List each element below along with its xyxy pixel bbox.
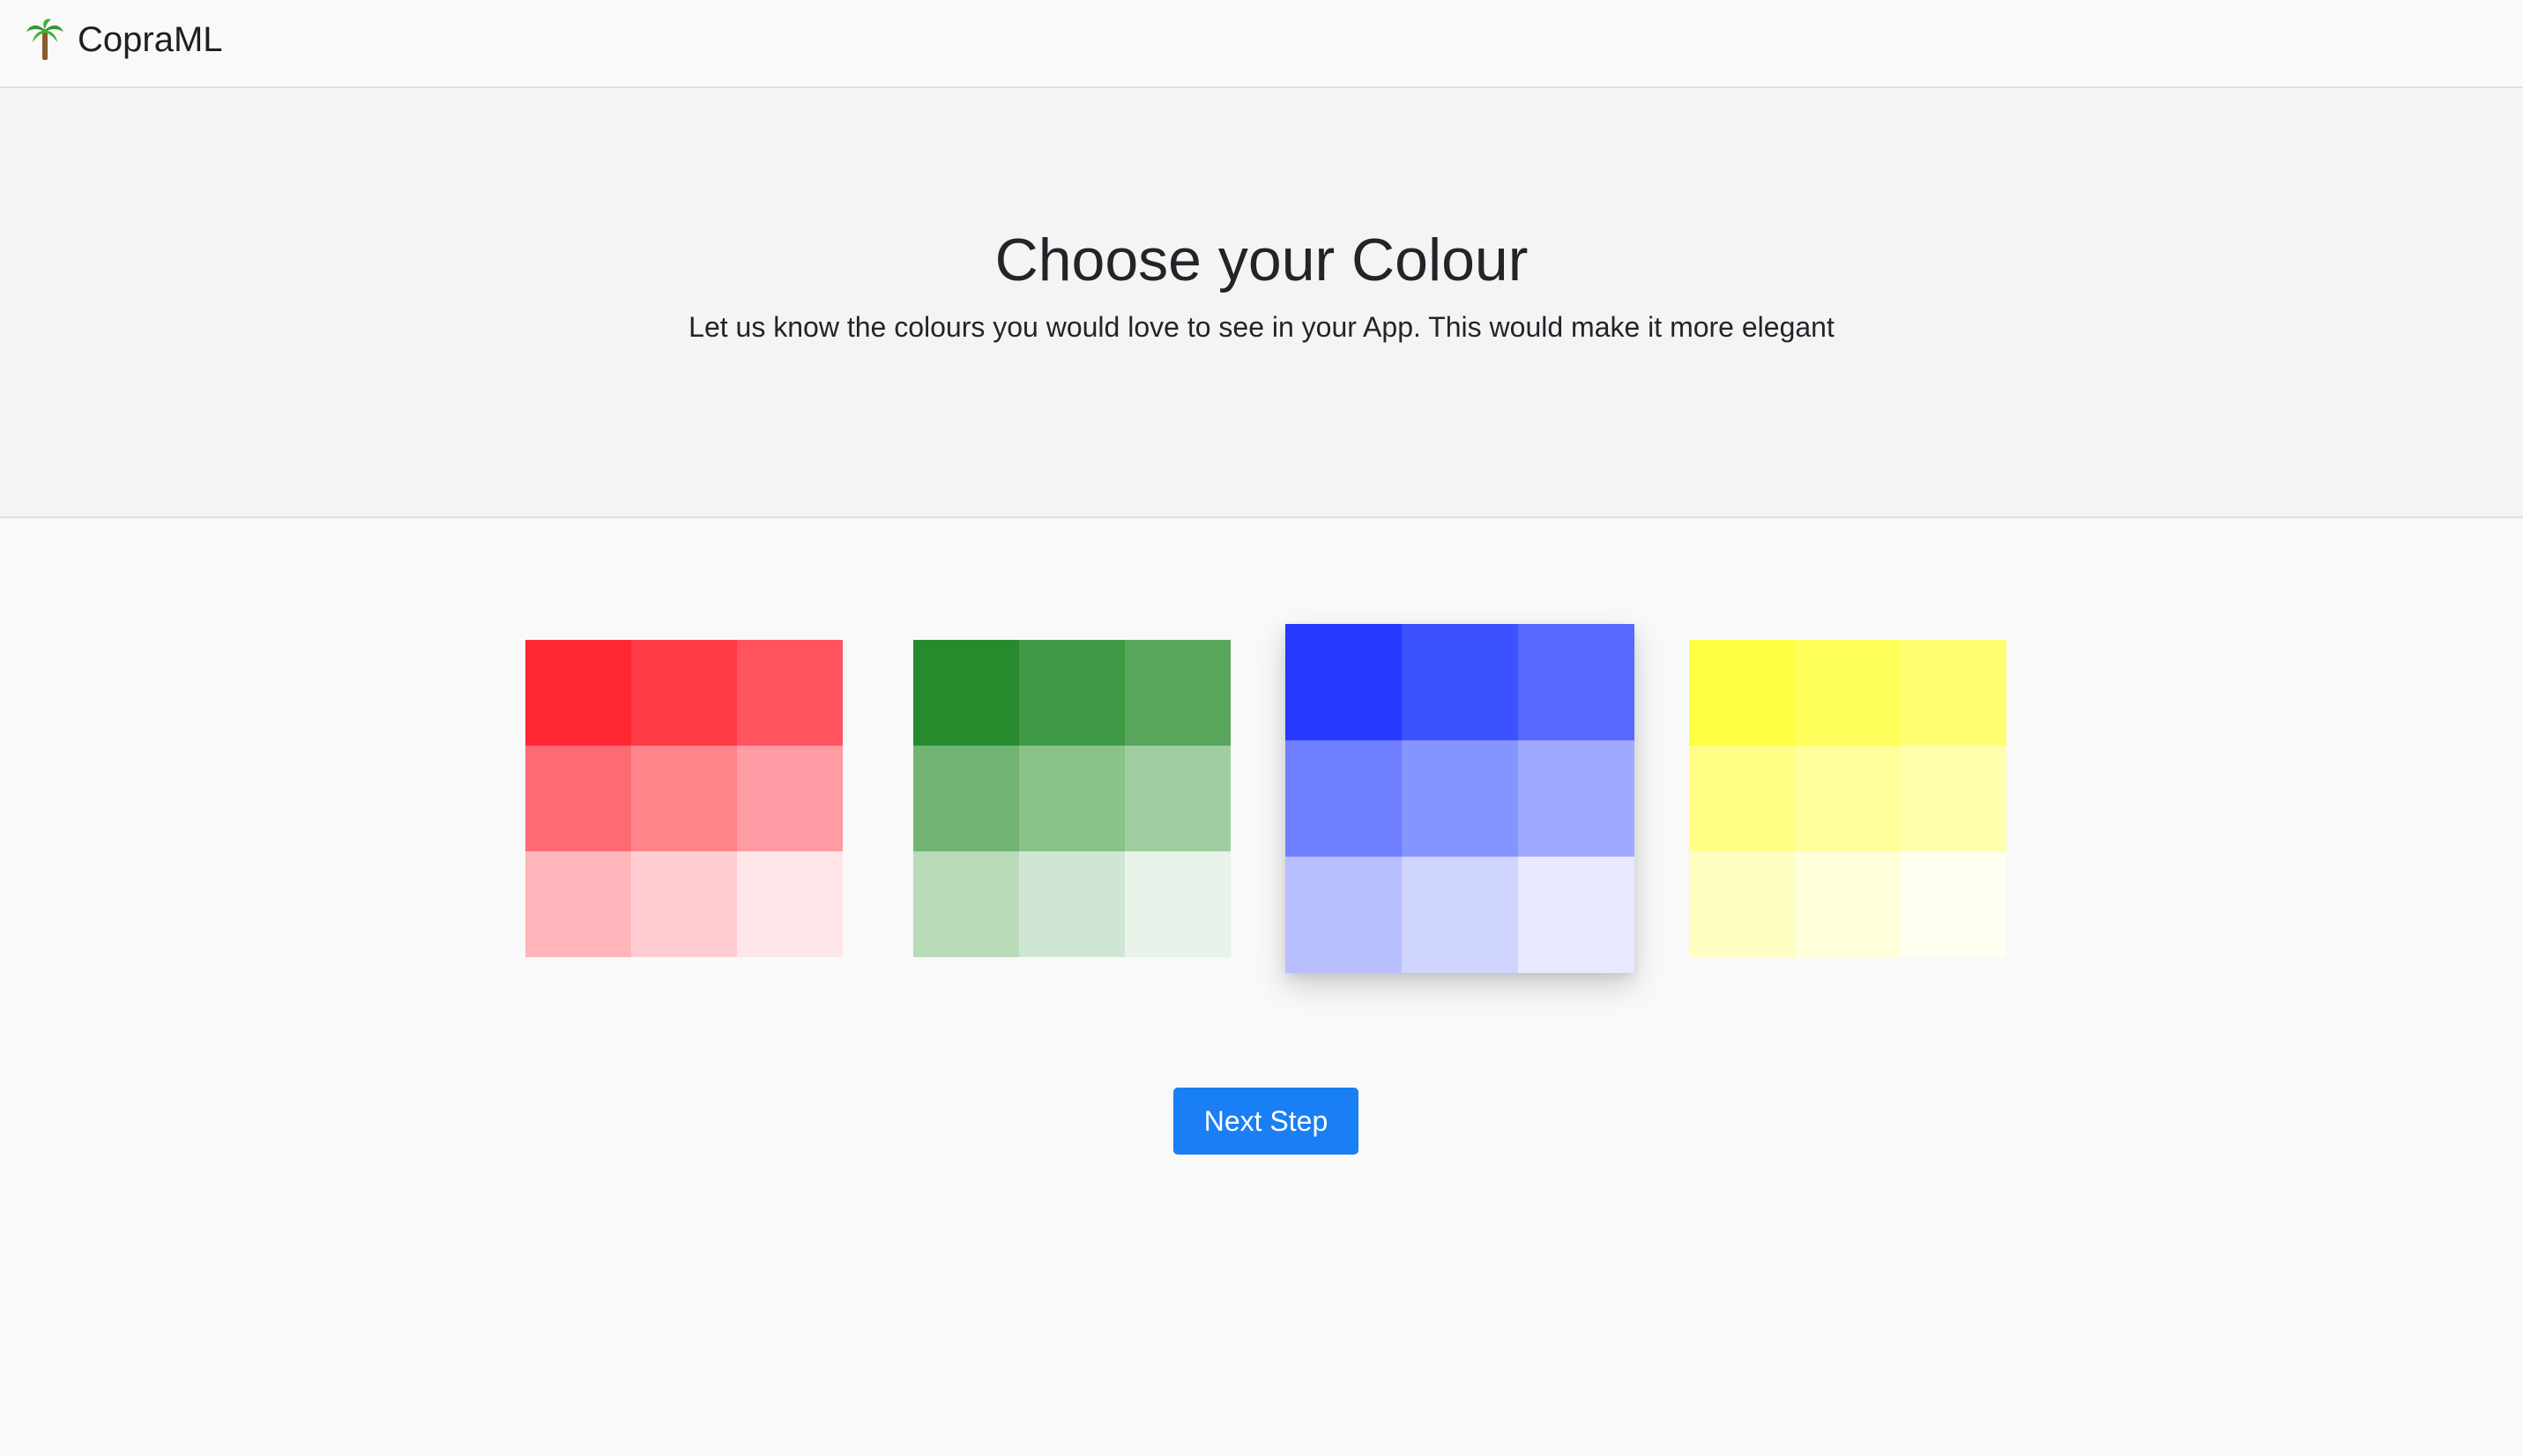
palette-yellow-swatch	[1689, 746, 1795, 851]
palette-red-swatch	[525, 851, 631, 957]
palette-red-swatch	[737, 640, 843, 746]
palette-green-swatch	[1125, 746, 1231, 851]
next-step-button[interactable]: Next Step	[1173, 1088, 1358, 1155]
palette-green-swatch	[1019, 851, 1125, 957]
palette-blue-swatch	[1285, 624, 1402, 740]
palette-red-swatch	[631, 640, 737, 746]
palette-blue-swatch	[1285, 857, 1402, 973]
palette-red[interactable]	[525, 640, 843, 957]
palette-blue-swatch	[1402, 857, 1518, 973]
palette-red-swatch	[737, 746, 843, 851]
palm-tree-icon	[26, 19, 63, 60]
palette-green-swatch	[1125, 851, 1231, 957]
palette-green-swatch	[913, 640, 1019, 746]
palette-red-swatch	[631, 746, 737, 851]
palette-yellow-swatch	[1901, 746, 2006, 851]
palette-red-swatch	[737, 851, 843, 957]
palette-yellow[interactable]	[1689, 640, 2006, 957]
hero-section: Choose your Colour Let us know the colou…	[0, 88, 2523, 518]
palette-yellow-swatch	[1795, 746, 1901, 851]
palette-green-swatch	[1019, 746, 1125, 851]
brand-name: CopraML	[78, 20, 223, 59]
palette-green-swatch	[1125, 640, 1231, 746]
palette-green-swatch	[1019, 640, 1125, 746]
palette-blue-swatch	[1285, 740, 1402, 857]
top-navbar: CopraML	[0, 0, 2523, 88]
palette-red-swatch	[525, 746, 631, 851]
palette-yellow-swatch	[1901, 851, 2006, 957]
page-subtitle: Let us know the colours you would love t…	[688, 311, 1835, 343]
palette-yellow-swatch	[1901, 640, 2006, 746]
palette-yellow-swatch	[1689, 640, 1795, 746]
page-title: Choose your Colour	[994, 227, 1529, 293]
palette-blue-swatch	[1518, 857, 1634, 973]
palette-yellow-swatch	[1795, 640, 1901, 746]
palette-green[interactable]	[913, 640, 1231, 957]
palette-red-swatch	[525, 640, 631, 746]
palette-blue-swatch	[1402, 624, 1518, 740]
palette-blue-swatch	[1402, 740, 1518, 857]
palette-green-swatch	[913, 746, 1019, 851]
palette-blue-swatch	[1518, 740, 1634, 857]
palette-blue-swatch	[1518, 624, 1634, 740]
palette-yellow-swatch	[1795, 851, 1901, 957]
palette-green-swatch	[913, 851, 1019, 957]
brand-link[interactable]: CopraML	[25, 16, 223, 63]
palette-blue[interactable]	[1285, 624, 1634, 973]
palette-yellow-swatch	[1689, 851, 1795, 957]
palette-red-swatch	[631, 851, 737, 957]
